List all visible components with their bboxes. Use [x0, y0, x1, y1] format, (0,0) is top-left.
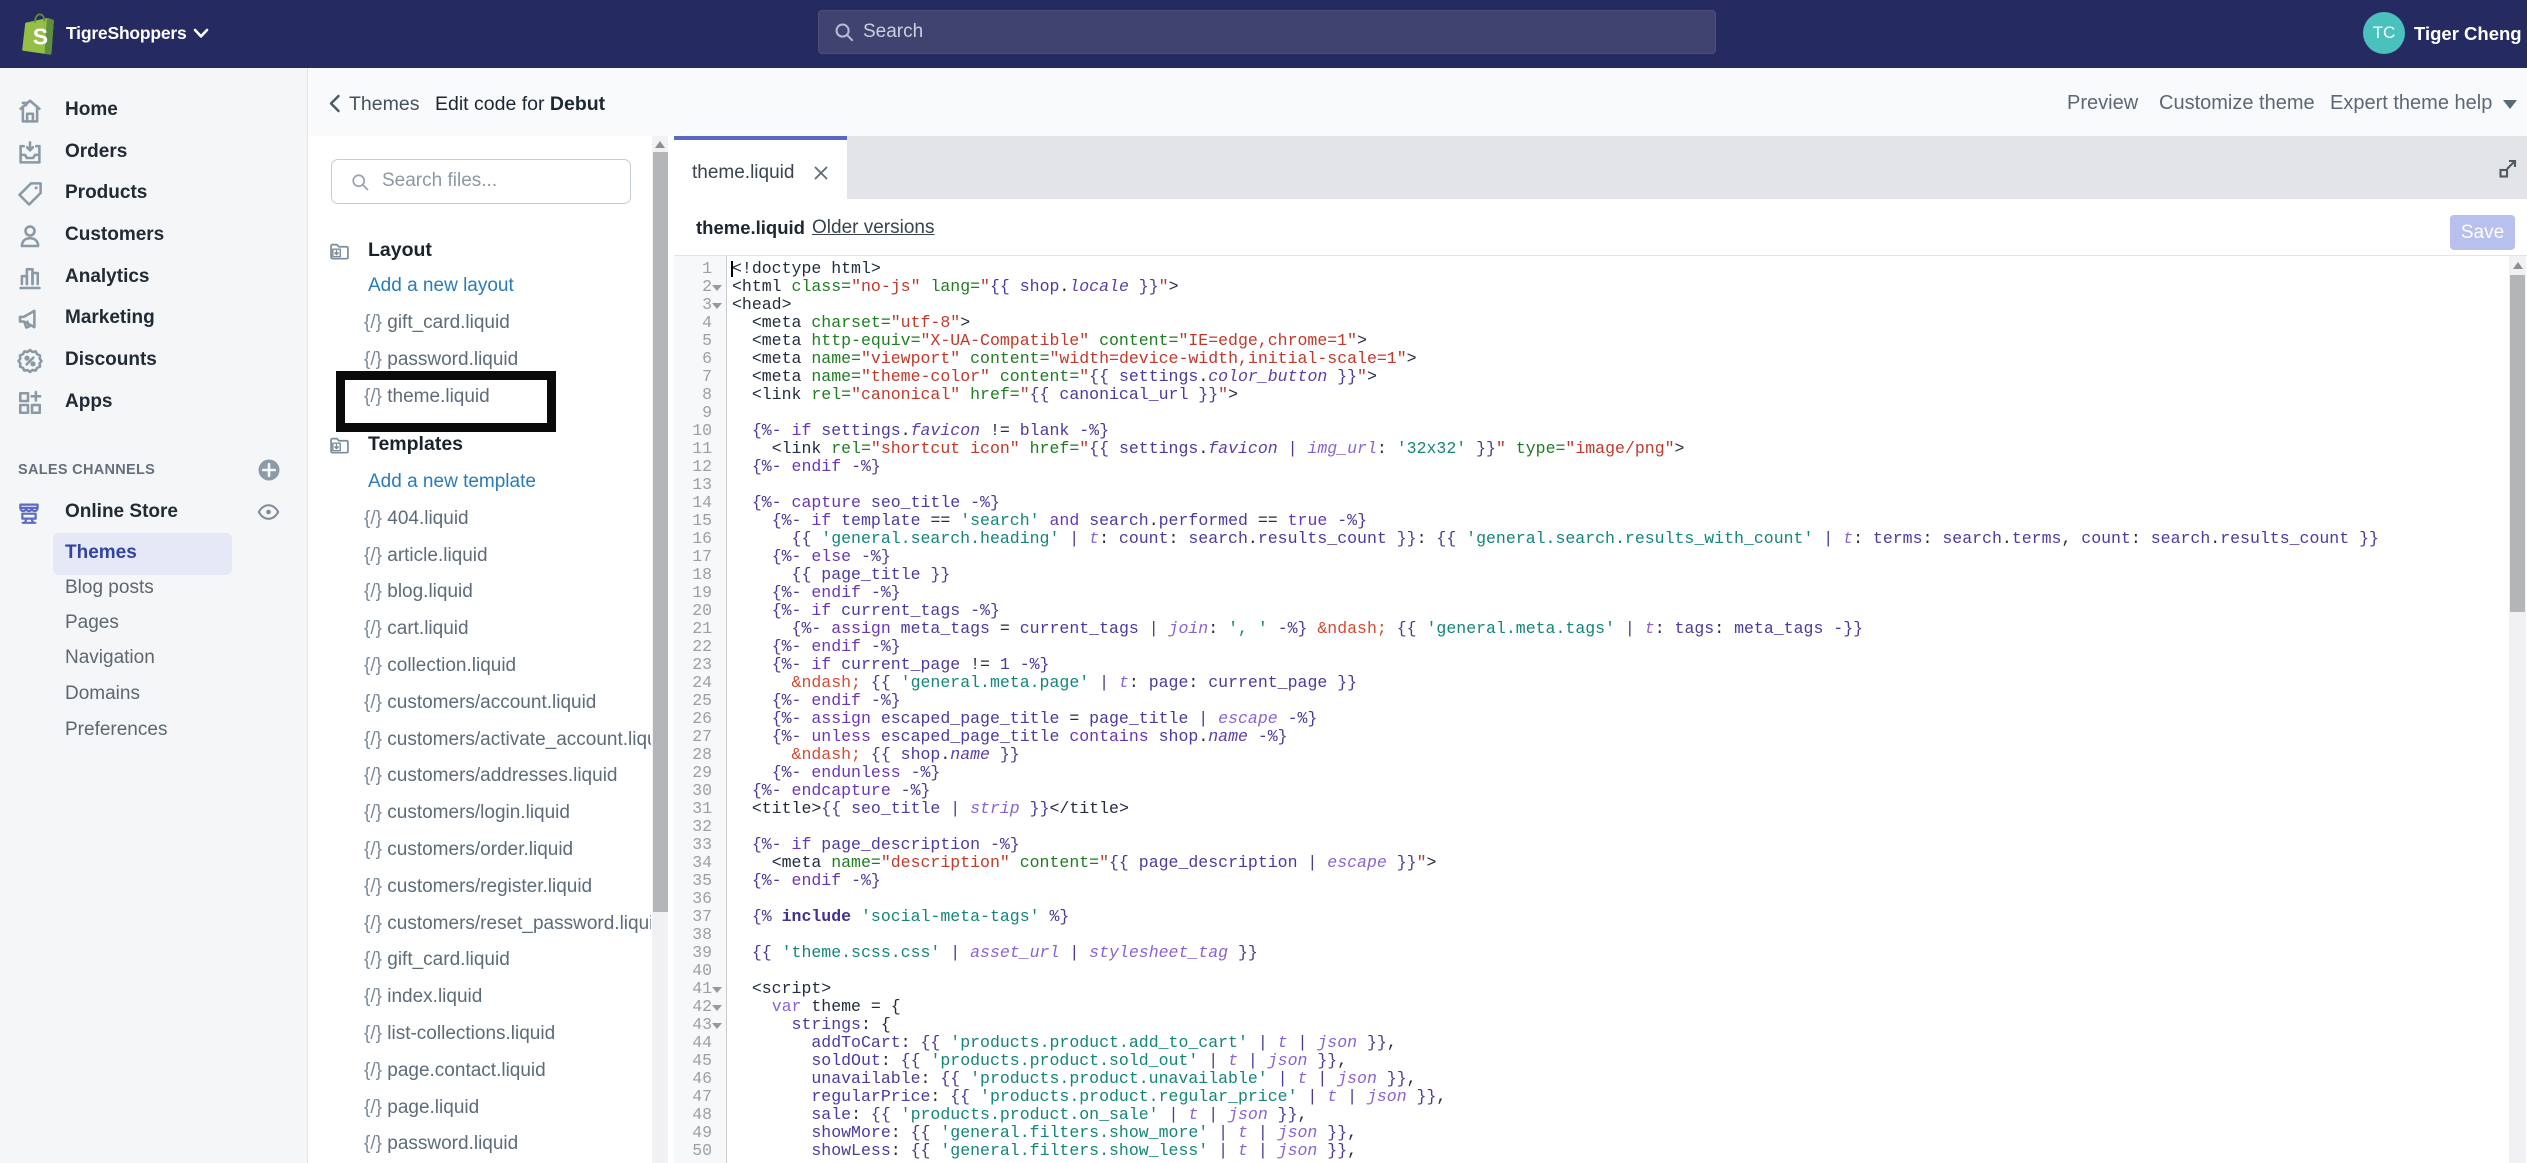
svg-text:S: S	[33, 24, 48, 50]
